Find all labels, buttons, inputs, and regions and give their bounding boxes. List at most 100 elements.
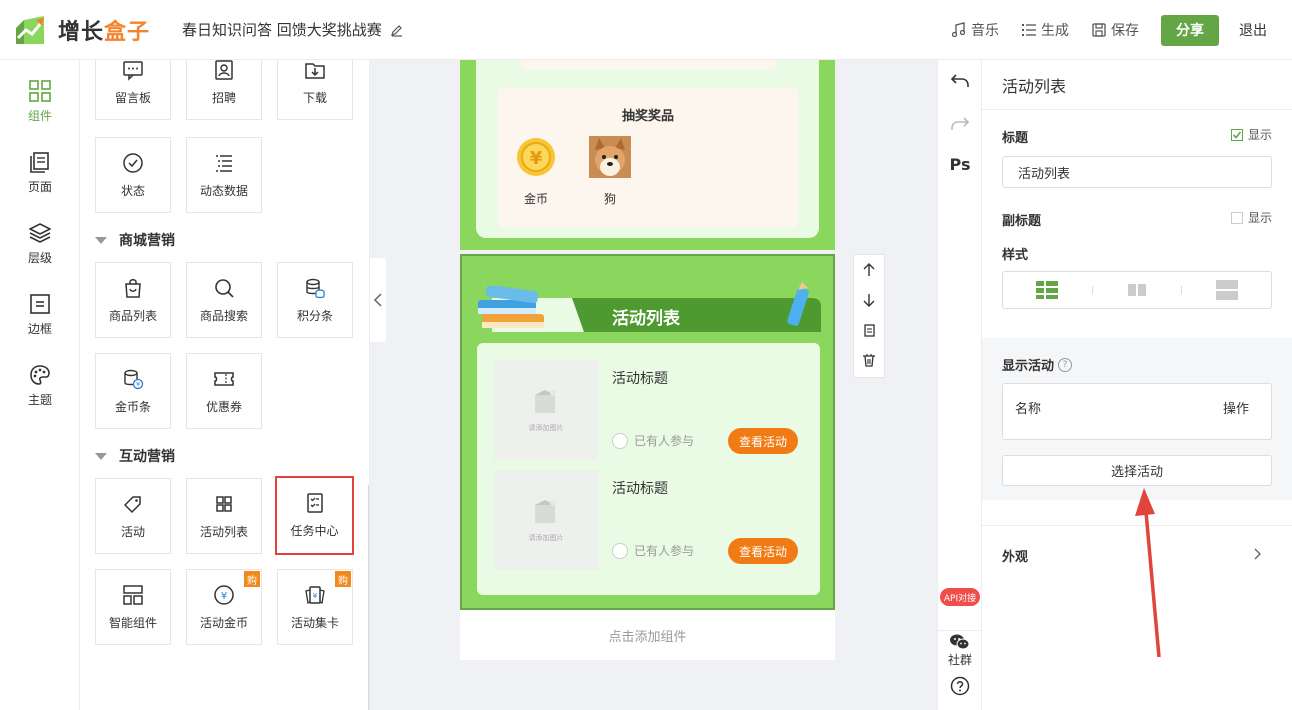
tile-activity-list[interactable]: 活动列表	[186, 478, 262, 554]
choose-activity-button[interactable]: 选择活动	[1002, 455, 1272, 486]
generate-button[interactable]: 生成	[1021, 20, 1069, 40]
check-circle-icon	[123, 152, 143, 173]
share-button[interactable]: 分享	[1161, 14, 1219, 46]
rail-label: 主题	[27, 393, 52, 407]
copy-button[interactable]	[854, 315, 884, 345]
shopping-bag-icon	[125, 278, 141, 298]
move-up-button[interactable]	[854, 255, 884, 285]
placeholder-text: 请添加图片	[528, 424, 564, 432]
tile-status[interactable]: 状态	[95, 137, 171, 213]
subtitle-label: 副标题	[1002, 214, 1042, 229]
top-header: 增长盒子 春日知识问答 回馈大奖挑战赛 音乐 生成 保存 分享 退出	[0, 0, 1292, 60]
redo-button[interactable]	[938, 115, 982, 133]
tile-recruit[interactable]: 招聘	[186, 60, 262, 120]
message-board-icon	[123, 60, 143, 81]
music-note-icon	[951, 22, 966, 38]
activity-item[interactable]: 请添加图片 活动标题 已有人参与 查看活动	[494, 470, 804, 570]
collapse-triangle-icon	[95, 236, 107, 244]
activity-item[interactable]: 请添加图片 活动标题 已有人参与 查看活动	[494, 360, 804, 460]
style-option-list[interactable]	[1003, 280, 1092, 300]
appearance-label: 外观	[1002, 550, 1029, 565]
tile-product-list[interactable]: 商品列表	[95, 262, 171, 338]
column-header-action: 操作	[1222, 402, 1249, 417]
rail-item-theme[interactable]: 主题	[0, 364, 80, 408]
border-icon	[30, 294, 50, 314]
appearance-row[interactable]: 外观	[982, 525, 1292, 575]
ps-import-button[interactable]: Ps	[938, 155, 982, 174]
undo-button[interactable]	[938, 72, 982, 90]
tile-smart-component[interactable]: 智能组件	[95, 569, 171, 645]
edit-pencil-icon[interactable]	[390, 23, 404, 37]
collapse-triangle-icon	[95, 452, 107, 460]
view-activity-button[interactable]: 查看活动	[728, 538, 798, 564]
tile-dynamic-data[interactable]: 动态数据	[186, 137, 262, 213]
style-option-card[interactable]	[1182, 279, 1271, 301]
delete-button[interactable]	[854, 345, 884, 375]
tile-message-board[interactable]: 留言板	[95, 60, 171, 120]
section-title: 互动营销	[119, 449, 175, 465]
tile-label: 任务中心	[290, 524, 339, 538]
view-activity-button[interactable]: 查看活动	[728, 428, 798, 454]
download-icon	[305, 62, 325, 79]
rail-item-components[interactable]: 组件	[0, 80, 80, 124]
music-label: 音乐	[971, 23, 999, 39]
title-input[interactable]: 活动列表	[1002, 156, 1272, 188]
tag-icon	[123, 495, 141, 513]
activity-image-placeholder[interactable]: 请添加图片	[494, 470, 598, 570]
palette-icon	[30, 365, 50, 385]
section-interactive-marketing[interactable]: 互动营销	[95, 446, 175, 466]
rail-item-layers[interactable]: 层级	[0, 222, 80, 266]
pages-icon	[30, 152, 49, 173]
title-label: 标题	[1002, 131, 1029, 146]
rail-item-pages[interactable]: 页面	[0, 151, 80, 195]
tile-label: 积分条	[296, 308, 333, 323]
activity-list-component[interactable]: 活动列表 请添加图片 活动标题 已有人参与 查看活动 请添加图片 活动标题 已有…	[460, 254, 835, 610]
app-logo[interactable]: 增长盒子	[14, 14, 150, 46]
save-button[interactable]: 保存	[1091, 20, 1139, 40]
tile-coin-bar[interactable]: ¥ 金币条	[95, 353, 171, 429]
svg-text:¥: ¥	[530, 148, 543, 169]
tile-points-bar[interactable]: 积分条	[277, 262, 353, 338]
avatar-icon	[612, 542, 628, 559]
checkbox-checked-icon	[1230, 128, 1243, 141]
tile-download[interactable]: 下载	[277, 60, 353, 120]
undo-icon	[950, 74, 969, 87]
activity-list-title: 活动列表	[612, 309, 680, 329]
tile-product-search[interactable]: 商品搜索	[186, 262, 262, 338]
trash-icon	[863, 354, 875, 367]
pencil-icon	[787, 282, 809, 326]
help-icon[interactable]: ?	[1058, 357, 1073, 372]
rail-label: 页面	[27, 180, 52, 194]
add-component-button[interactable]: 点击添加组件	[460, 610, 835, 660]
api-badge[interactable]: API对接	[940, 588, 980, 606]
rail-label: 层级	[27, 251, 52, 265]
tile-activity-coins[interactable]: 购 ¥ 活动金币	[186, 569, 262, 645]
collapse-panel-button[interactable]	[370, 258, 386, 342]
music-button[interactable]: 音乐	[951, 20, 999, 40]
move-down-button[interactable]	[854, 285, 884, 315]
tile-coupon[interactable]: 优惠券	[186, 353, 262, 429]
subtitle-show-checkbox[interactable]: 显示	[1230, 209, 1272, 226]
section-mall-marketing[interactable]: 商城营销	[95, 230, 175, 250]
prize-section[interactable]: 抽奖奖品 ¥ 金币 狗	[460, 60, 835, 250]
activity-participants: 已有人参与	[612, 542, 694, 559]
tile-activity[interactable]: 活动	[95, 478, 171, 554]
tile-task-center[interactable]: 任务中心	[275, 476, 354, 555]
tile-activity-cards[interactable]: 购 ¥ 活动集卡	[277, 569, 353, 645]
checkbox-unchecked-icon	[1230, 211, 1243, 224]
prize-item: 狗	[585, 136, 635, 207]
prize-name: 狗	[603, 192, 616, 206]
panel-scrollbar[interactable]	[368, 485, 369, 710]
rail-item-border[interactable]: 边框	[0, 293, 80, 337]
database-coins-icon	[306, 278, 325, 298]
exit-button[interactable]: 退出	[1239, 20, 1267, 40]
prize-name: 金币	[523, 192, 548, 206]
help-button[interactable]	[938, 676, 982, 696]
stacked-layout-icon	[1215, 280, 1238, 300]
activity-image-placeholder[interactable]: 请添加图片	[494, 360, 598, 460]
rail-label: 边框	[27, 322, 52, 336]
style-option-grid[interactable]	[1093, 282, 1182, 298]
community-button[interactable]: 社群	[938, 630, 982, 668]
document-title[interactable]: 春日知识问答 回馈大奖挑战赛	[182, 19, 404, 40]
title-show-checkbox[interactable]: 显示	[1230, 126, 1272, 143]
